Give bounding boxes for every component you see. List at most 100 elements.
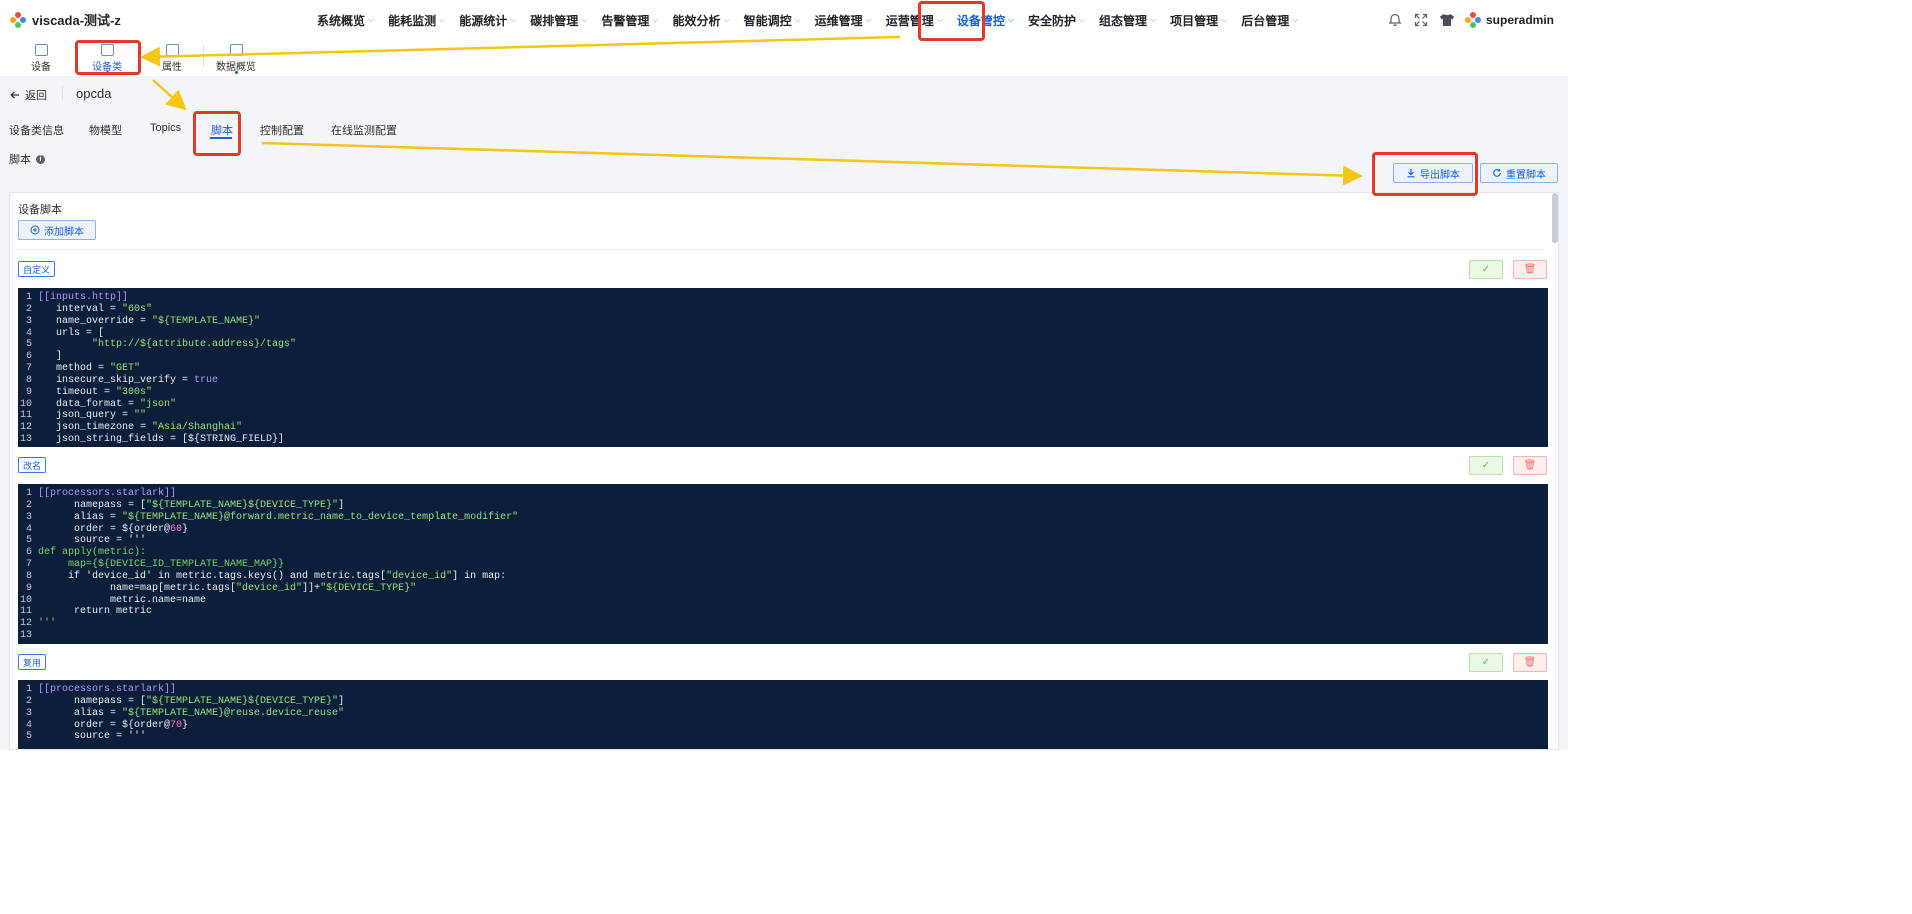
code-line: 12 json_timezone = "Asia/Shanghai" <box>18 422 1548 434</box>
subnav-item-device-class[interactable]: 设备类 <box>88 40 126 76</box>
nav-item-maintenance[interactable]: 运维管理 ⌵ <box>808 0 879 40</box>
line-number: 4 <box>25 523 32 535</box>
code-text: [[processors.starlark]] <box>38 684 177 695</box>
top-right-tools: superadmin <box>1387 0 1554 40</box>
subnav-item-data-overview[interactable]: 数据概览 <box>214 40 258 76</box>
code-text: "http://${attribute.address}/tags" <box>92 339 297 351</box>
info-icon[interactable]: i <box>36 154 45 164</box>
code-text: source = ''' <box>38 731 147 743</box>
code-text: interval = "60s" <box>38 303 153 315</box>
line-number: 10 <box>19 398 32 410</box>
app-logo-icon <box>10 11 26 28</box>
code-editor[interactable]: 1 [[inputs.http]] 2 interval = "60s" 3 name… <box>18 288 1548 447</box>
code-text: source = ''' <box>38 535 147 547</box>
trash-icon: 🗑 <box>1523 460 1537 471</box>
code-line: 4 order = ${order@60} <box>18 524 1548 536</box>
code-line: 11 return metric <box>18 606 1548 618</box>
export-script-button[interactable]: 导出脚本 <box>1393 163 1473 183</box>
nav-item-device-control[interactable]: 设备管控 ⌵ <box>950 0 1021 40</box>
code-line: 9 timeout = "300s" <box>18 387 1548 399</box>
nav-label: 安全防护 <box>1027 13 1076 28</box>
tab-control-config[interactable]: 控制配置 <box>260 122 304 138</box>
nav-item-project[interactable]: 项目管理 ⌵ <box>1163 0 1234 40</box>
nav-item-smart-control[interactable]: 智能调控 ⌵ <box>737 0 808 40</box>
user-menu[interactable]: superadmin <box>1464 12 1554 28</box>
bell-icon[interactable] <box>1387 12 1403 28</box>
check-icon: ✓ <box>1481 264 1491 275</box>
reset-script-button[interactable]: 重置脚本 <box>1480 163 1558 183</box>
code-line: 2 namepass = ["${TEMPLATE_NAME}${DEVICE_… <box>18 500 1548 512</box>
chevron-down-icon: ⌵ <box>368 15 375 24</box>
export-label: 导出脚本 <box>1420 169 1460 181</box>
code-text: urls = [ <box>38 327 105 339</box>
subnav-item-attribute[interactable]: 属性 <box>159 40 185 76</box>
line-number: 4 <box>25 719 32 731</box>
chevron-down-icon: ⌵ <box>1078 15 1086 24</box>
panel-divider <box>18 249 1545 250</box>
tab-topics[interactable]: Topics <box>150 122 181 134</box>
code-text: json_string_fields = [${STRING_FIELD}] <box>38 434 285 446</box>
attribute-icon <box>165 43 179 56</box>
chevron-down-icon: ⌵ <box>865 15 872 24</box>
nav-item-alarm[interactable]: 告警管理 ⌵ <box>594 0 665 40</box>
trash-icon: 🗑 <box>1523 657 1537 668</box>
line-number: 2 <box>25 695 32 707</box>
confirm-button[interactable]: ✓ <box>1469 653 1503 672</box>
check-icon: ✓ <box>1481 657 1491 668</box>
delete-button[interactable]: 🗑 <box>1513 260 1547 279</box>
code-line: 3 name_override = "${TEMPLATE_NAME}" <box>18 316 1548 328</box>
chevron-down-icon: ⌵ <box>1007 15 1014 24</box>
panel-scrollbar[interactable] <box>1552 193 1558 243</box>
nav-label: 设备管控 <box>956 13 1005 28</box>
tab-device-class-info[interactable]: 设备类信息 <box>9 122 64 138</box>
fullscreen-icon[interactable] <box>1413 12 1429 28</box>
confirm-button[interactable]: ✓ <box>1469 456 1503 475</box>
nav-item-operations[interactable]: 运营管理 ⌵ <box>879 0 950 40</box>
line-number: 12 <box>19 618 32 630</box>
script-tag-rename: 改名 <box>18 457 47 473</box>
tab-thing-model[interactable]: 物模型 <box>89 122 122 138</box>
delete-button[interactable]: 🗑 <box>1513 653 1547 672</box>
subnav-label: 设备 <box>31 61 51 73</box>
delete-button[interactable]: 🗑 <box>1513 456 1547 475</box>
nav-label: 系统概览 <box>317 13 366 28</box>
confirm-button[interactable]: ✓ <box>1469 260 1503 279</box>
nav-item-energy-stats[interactable]: 能源统计 ⌵ <box>452 0 523 40</box>
brand[interactable]: viscada-测试-z <box>10 10 121 29</box>
code-editor[interactable]: 1 [[processors.starlark]] 2 namepass = ["$… <box>18 484 1548 644</box>
code-line: 7 map={${DEVICE_ID_TEMPLATE_NAME_MAP}} <box>18 559 1548 571</box>
line-number: 3 <box>25 707 32 719</box>
back-label: 返回 <box>25 90 47 102</box>
check-icon: ✓ <box>1481 460 1491 471</box>
device-icon <box>34 43 48 56</box>
code-text: insecure_skip_verify = true <box>38 374 219 386</box>
shirt-icon[interactable] <box>1439 12 1455 28</box>
code-line: 6 def apply(metric): <box>18 547 1548 559</box>
back-button[interactable]: 返回 <box>10 87 47 103</box>
tab-script[interactable]: 脚本 <box>211 122 233 138</box>
code-line: 7 method = "GET" <box>18 363 1548 375</box>
nav-item-scada-config[interactable]: 组态管理 ⌵ <box>1092 0 1163 40</box>
plus-circle-icon <box>30 225 40 235</box>
nav-item-energy-monitor[interactable]: 能耗监测 ⌵ <box>381 0 452 40</box>
subnav-item-device[interactable]: 设备 <box>28 40 54 76</box>
code-text: alias = "${TEMPLATE_NAME}@forward.metric… <box>38 511 519 523</box>
nav-label: 项目管理 <box>1170 13 1219 28</box>
refresh-icon <box>1493 169 1501 177</box>
tab-online-monitoring-config[interactable]: 在线监测配置 <box>331 122 397 138</box>
line-number: 8 <box>25 570 32 582</box>
nav-item-efficiency[interactable]: 能效分析 ⌵ <box>665 0 736 40</box>
code-editor[interactable]: 1 [[processors.starlark]] 2 namepass = ["$… <box>18 680 1548 749</box>
add-script-button[interactable]: 添加脚本 <box>18 220 96 240</box>
trash-icon: 🗑 <box>1523 264 1537 275</box>
nav-item-overview[interactable]: 系统概览 ⌵ <box>310 0 381 40</box>
code-text: [[inputs.http]] <box>38 292 129 303</box>
nav-item-backend[interactable]: 后台管理 ⌵ <box>1234 0 1305 40</box>
line-number: 10 <box>19 594 32 606</box>
code-text: name_override = "${TEMPLATE_NAME}" <box>38 315 261 327</box>
nav-item-carbon[interactable]: 碳排管理 ⌵ <box>523 0 594 40</box>
nav-item-security[interactable]: 安全防护 ⌵ <box>1021 0 1092 40</box>
section-label: 脚本 <box>9 154 31 166</box>
code-text: order = ${order@70} <box>38 719 189 731</box>
